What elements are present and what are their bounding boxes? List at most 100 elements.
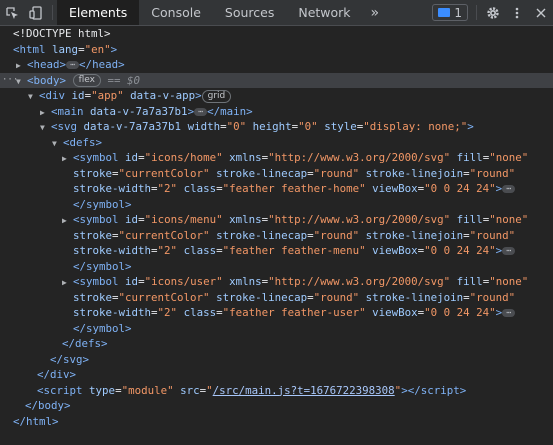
attr-name: xmlns xyxy=(229,275,262,288)
attr-name: style xyxy=(324,120,357,133)
attr-name: lang xyxy=(52,42,79,56)
ellipsis-button[interactable]: ⋯ xyxy=(502,309,516,317)
dom-node-symbol-menu-cont[interactable]: stroke-width="2" class="feather feather-… xyxy=(0,243,553,259)
attr-value: "app" xyxy=(91,89,124,102)
kebab-menu-icon[interactable] xyxy=(505,0,529,25)
attr-name: stroke-linejoin xyxy=(365,290,464,304)
collapse-arrow-icon[interactable]: ▼ xyxy=(28,89,39,105)
dom-node-body[interactable]: ··· ▼ <body> flex == $0 xyxy=(0,72,553,89)
attr-name: id xyxy=(125,151,139,164)
ellipsis-button[interactable]: ⋯ xyxy=(502,185,516,193)
attr-name: id xyxy=(125,213,139,226)
dom-node-svg-close[interactable]: </svg> xyxy=(0,352,553,368)
row-options-icon[interactable]: ··· xyxy=(2,73,18,89)
dom-node-div-close[interactable]: </div> xyxy=(0,367,553,383)
attr-name: stroke-linejoin xyxy=(365,166,464,180)
ellipsis-button[interactable]: ⋯ xyxy=(502,247,516,255)
dom-node-symbol-menu-cont[interactable]: stroke="currentColor" stroke-linecap="ro… xyxy=(0,228,553,244)
attr-name: width xyxy=(187,120,221,133)
issues-badge[interactable]: 1 xyxy=(432,4,468,21)
dom-node-main[interactable]: ▶ <main data-v-7a7a37b1> ⋯ </main> xyxy=(0,104,553,120)
attr-value: "currentColor" xyxy=(118,166,210,180)
dom-node-symbol-user-cont[interactable]: stroke="currentColor" stroke-linecap="ro… xyxy=(0,290,553,306)
close-icon[interactable] xyxy=(529,0,553,25)
dom-node-symbol-home-cont[interactable]: stroke="currentColor" stroke-linecap="ro… xyxy=(0,166,553,182)
dom-node-symbol-menu[interactable]: ▶ <symbol id="icons/menu" xmlns="http://w… xyxy=(0,212,553,228)
attr-value: "feather feather-menu" xyxy=(222,244,366,257)
dom-node-symbol-home-close[interactable]: </symbol> xyxy=(0,197,553,213)
dom-node-defs[interactable]: ▼ <defs> xyxy=(0,135,553,151)
attr-value: "round" xyxy=(313,290,360,304)
dom-node-defs-close[interactable]: </defs> xyxy=(0,336,553,352)
ellipsis-button[interactable]: ⋯ xyxy=(66,61,80,69)
tab-sources[interactable]: Sources xyxy=(213,0,286,25)
toolbar-divider xyxy=(52,5,53,20)
attr-value: "module" xyxy=(121,383,174,397)
dom-node-script[interactable]: <script type="module" src="/src/main.js?… xyxy=(0,383,553,399)
dom-node-symbol-menu-close[interactable]: </symbol> xyxy=(0,259,553,275)
attr-name: stroke xyxy=(73,166,113,180)
tag-name: symbol xyxy=(79,151,119,164)
attr-name: data-v-app xyxy=(130,89,196,102)
attr-value: "2" xyxy=(157,244,178,257)
attr-value: "round" xyxy=(469,166,516,180)
attr-value: "feather feather-user" xyxy=(222,306,366,319)
attr-name: data-v-7a7a37b1 xyxy=(90,104,188,118)
attr-value: "icons/home" xyxy=(144,151,223,164)
dom-node-symbol-home[interactable]: ▶ <symbol id="icons/home" xmlns="http://w… xyxy=(0,150,553,166)
attr-name: viewBox xyxy=(372,182,418,195)
tag-name: symbol xyxy=(86,197,126,211)
dom-node-svg[interactable]: ▼ <svg data-v-7a7a37b1 width="0" height="… xyxy=(0,119,553,135)
attr-value: "2" xyxy=(157,306,178,319)
attr-value: "feather feather-home" xyxy=(222,182,366,195)
expand-arrow-icon[interactable]: ▶ xyxy=(62,151,73,167)
attr-value: "none" xyxy=(489,151,529,164)
attr-name: fill xyxy=(456,151,483,164)
expand-arrow-icon[interactable]: ▶ xyxy=(62,275,73,291)
attr-value: "icons/user" xyxy=(144,275,223,288)
dom-node-symbol-user-close[interactable]: </symbol> xyxy=(0,321,553,337)
flex-badge[interactable]: flex xyxy=(72,74,101,87)
attr-value: "en" xyxy=(84,42,111,56)
attr-name: stroke-linecap xyxy=(216,290,308,304)
collapse-arrow-icon[interactable]: ▼ xyxy=(40,120,51,136)
collapse-arrow-icon[interactable]: ▼ xyxy=(52,136,63,152)
dom-node-symbol-home-cont[interactable]: stroke-width="2" class="feather feather-… xyxy=(0,181,553,197)
attr-name: stroke-width xyxy=(73,306,152,319)
expand-arrow-icon[interactable]: ▶ xyxy=(16,58,27,74)
dom-node-doctype[interactable]: <!DOCTYPE html> xyxy=(0,26,553,42)
grid-badge[interactable]: grid xyxy=(201,89,232,103)
attr-name: stroke-width xyxy=(73,244,152,257)
dom-node-symbol-user[interactable]: ▶ <symbol id="icons/user" xmlns="http://w… xyxy=(0,274,553,290)
tab-elements[interactable]: Elements xyxy=(57,0,140,25)
more-tabs-button[interactable]: » xyxy=(363,0,388,25)
device-toggle-icon[interactable] xyxy=(24,0,48,25)
attr-name: fill xyxy=(456,275,483,288)
attr-name: height xyxy=(252,120,292,133)
tag-name: div xyxy=(50,368,70,381)
attr-value: "0 0 24 24" xyxy=(424,244,496,257)
tag-name: svg xyxy=(63,352,83,366)
dom-node-html-close[interactable]: </html> xyxy=(0,414,553,430)
attr-value: "2" xyxy=(157,182,178,195)
attr-name: src xyxy=(180,383,200,397)
message-icon xyxy=(438,8,451,17)
dom-node-body-close[interactable]: </body> xyxy=(0,398,553,414)
expand-arrow-icon[interactable]: ▶ xyxy=(40,105,51,121)
tag-name: body xyxy=(38,399,65,412)
attr-name: stroke xyxy=(73,290,113,304)
script-src-link[interactable]: /src/main.js?t=1676722398308 xyxy=(213,384,395,397)
tab-network[interactable]: Network xyxy=(286,0,362,25)
dom-node-head[interactable]: ▶ <head> ⋯ </head> xyxy=(0,57,553,73)
ellipsis-button[interactable]: ⋯ xyxy=(194,107,208,116)
inspect-element-icon[interactable] xyxy=(0,0,24,25)
tab-console[interactable]: Console xyxy=(139,0,213,25)
expand-arrow-icon[interactable]: ▶ xyxy=(62,213,73,229)
gear-icon[interactable] xyxy=(481,0,505,25)
attr-value: "icons/menu" xyxy=(144,213,223,226)
dom-node-html[interactable]: <html lang="en"> xyxy=(0,42,553,58)
attr-name: stroke-width xyxy=(73,182,152,195)
dom-node-div-app[interactable]: ▼ <div id="app" data-v-app> grid xyxy=(0,88,553,104)
dom-node-symbol-user-cont[interactable]: stroke-width="2" class="feather feather-… xyxy=(0,305,553,321)
tag-name: script xyxy=(420,383,460,397)
